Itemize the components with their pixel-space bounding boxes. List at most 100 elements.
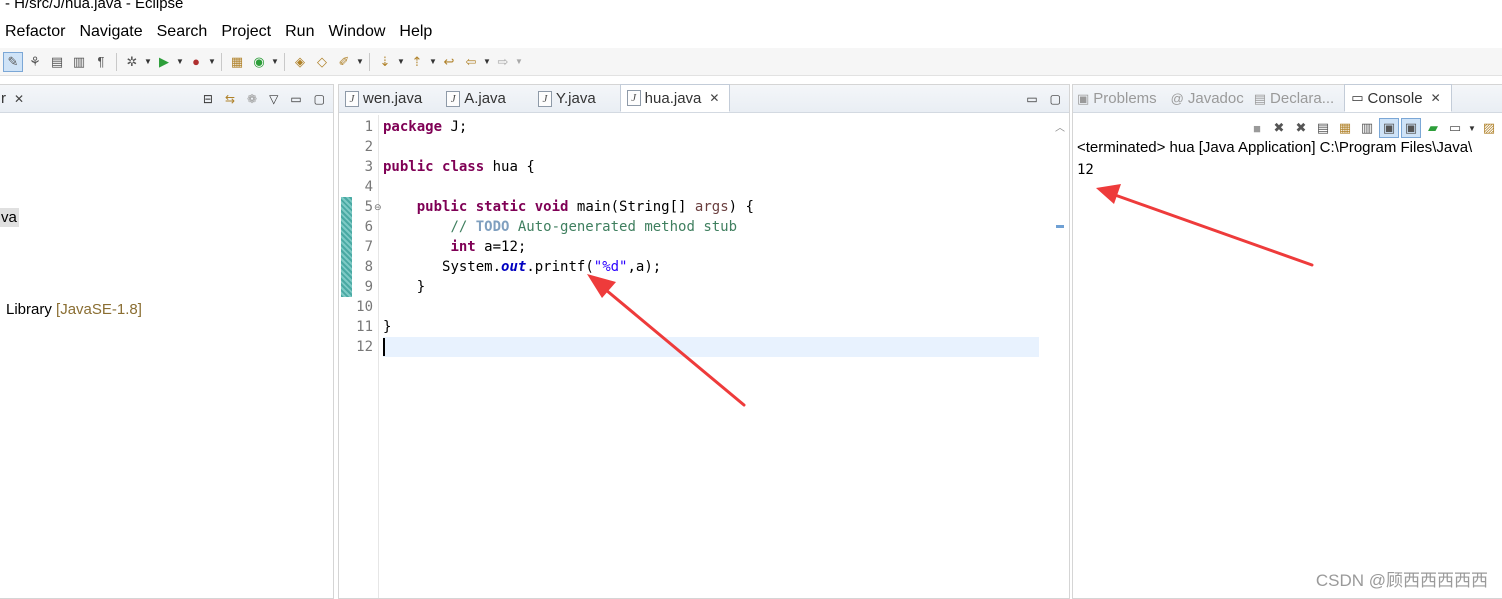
code-line: public static void main(String[] args) {: [383, 197, 1039, 217]
toggle-mark-occurrences-icon[interactable]: ✎: [3, 51, 23, 72]
last-edit-location-icon[interactable]: ↩: [439, 52, 459, 72]
menu-navigate[interactable]: Navigate: [72, 20, 149, 44]
forward-icon[interactable]: ⇨: [493, 52, 513, 72]
tab-declaration[interactable]: ▤ Declara...: [1254, 85, 1345, 112]
toggle-breadcrumb-icon[interactable]: ⚘: [25, 52, 45, 72]
tab-a-java[interactable]: J A.java: [432, 85, 516, 112]
explorer-view-controls: ⊟ ⇆ ❁ ▽ ▭ ▢: [203, 85, 333, 112]
change-ruler: [339, 115, 353, 598]
comment: Auto-generated method stub: [509, 219, 738, 235]
javadoc-icon: @: [1170, 91, 1184, 106]
forward-dropdown-icon[interactable]: ▼: [514, 52, 524, 72]
pin-console-icon[interactable]: ▰: [1423, 118, 1443, 138]
show-on-stderr-icon[interactable]: ▣: [1401, 118, 1421, 138]
filter-icon[interactable]: ❁: [247, 92, 257, 106]
debug-icon[interactable]: ✲: [122, 52, 142, 72]
tree-item-jre-library[interactable]: Library [JavaSE-1.8]: [6, 301, 142, 318]
tree-item-selected[interactable]: va: [0, 208, 19, 227]
collapse-all-icon[interactable]: ⊟: [203, 92, 213, 106]
next-annotation-dropdown-icon[interactable]: ▼: [396, 52, 406, 72]
window-title: - H/src/J/hua.java - Eclipse: [5, 0, 184, 12]
keyword: public: [416, 199, 468, 215]
parameter: args: [694, 199, 729, 215]
remove-all-terminated-icon[interactable]: ✖: [1291, 118, 1311, 138]
menu-search[interactable]: Search: [150, 20, 215, 44]
remove-launch-icon[interactable]: ✖: [1269, 118, 1289, 138]
java-file-icon: J: [345, 90, 359, 107]
tab-wen-java[interactable]: J wen.java: [339, 85, 432, 112]
back-dropdown-icon[interactable]: ▼: [482, 52, 492, 72]
tab-y-java[interactable]: J Y.java: [516, 85, 606, 112]
close-icon[interactable]: ✕: [709, 91, 719, 105]
string-literal: "%d": [593, 259, 628, 275]
tab-console[interactable]: ▭ Console ✕: [1344, 84, 1452, 112]
tab-package-explorer[interactable]: r ✕: [0, 85, 34, 112]
menu-run[interactable]: Run: [278, 20, 321, 44]
word-wrap-icon[interactable]: ▥: [69, 52, 89, 72]
code-line: package J;: [383, 117, 1039, 137]
back-icon[interactable]: ⇦: [461, 52, 481, 72]
code-token: J;: [442, 119, 468, 135]
fold-collapse-icon[interactable]: ⊖: [374, 197, 382, 217]
display-console-dropdown-icon[interactable]: ▼: [1467, 124, 1477, 133]
tab-hua-java[interactable]: J hua.java ✕: [619, 84, 731, 112]
search-dropdown-icon[interactable]: ▼: [355, 52, 365, 72]
code-token: a=12;: [475, 239, 527, 255]
scroll-up-icon[interactable]: ︿: [1055, 119, 1065, 134]
console-toolbar: ■ ✖ ✖ ▤ ▦ ▥ ▣ ▣ ▰ ▭ ▼ ▨: [1247, 117, 1499, 139]
open-type-icon[interactable]: ◈: [290, 52, 310, 72]
line-number: 9: [364, 279, 373, 295]
menu-window[interactable]: Window: [321, 20, 392, 44]
minimize-icon[interactable]: ▭: [290, 92, 301, 106]
tab-javadoc[interactable]: @ Javadoc: [1167, 85, 1254, 112]
previous-annotation-dropdown-icon[interactable]: ▼: [428, 52, 438, 72]
display-console-icon[interactable]: ▭: [1445, 118, 1465, 138]
menu-help[interactable]: Help: [392, 20, 439, 44]
problems-icon: ▣: [1077, 90, 1090, 106]
open-console-icon[interactable]: ▨: [1479, 118, 1499, 138]
menu-project[interactable]: Project: [214, 20, 278, 44]
line-number: 6: [364, 219, 373, 235]
new-java-package-icon[interactable]: ▦: [227, 52, 247, 72]
external-tools-dropdown-icon[interactable]: ▼: [207, 52, 217, 72]
tab-problems[interactable]: ▣ Problems: [1073, 85, 1167, 112]
new-class-dropdown-icon[interactable]: ▼: [270, 52, 280, 72]
code-line: int a=12;: [383, 237, 1039, 257]
close-icon[interactable]: ✕: [1431, 91, 1441, 105]
word-wrap-icon[interactable]: ▥: [1357, 118, 1377, 138]
run-icon[interactable]: ▶: [154, 52, 174, 72]
link-with-editor-icon[interactable]: ⇆: [225, 92, 235, 106]
console-output[interactable]: 12: [1077, 162, 1094, 178]
scroll-lock-icon[interactable]: ▦: [1335, 118, 1355, 138]
next-annotation-icon[interactable]: ⇣: [375, 52, 395, 72]
new-java-class-icon[interactable]: ◉: [249, 52, 269, 72]
code-editor[interactable]: 1 2 3 4 5 ⊖ 6 7 8 9 10 11 12 package J; …: [339, 115, 1069, 598]
search-icon[interactable]: ✐: [334, 52, 354, 72]
run-dropdown-icon[interactable]: ▼: [175, 52, 185, 72]
terminate-icon[interactable]: ■: [1247, 118, 1267, 138]
toggle-block-selection-icon[interactable]: ▤: [47, 52, 67, 72]
line-number: 4: [364, 179, 373, 195]
view-menu-icon[interactable]: ▽: [269, 92, 278, 106]
tab-label: Console: [1367, 89, 1423, 107]
open-task-icon[interactable]: ◇: [312, 52, 332, 72]
show-whitespace-icon[interactable]: ¶: [91, 52, 111, 72]
menu-refactor[interactable]: Refactor: [0, 20, 72, 44]
minimize-icon[interactable]: ▭: [1026, 92, 1037, 106]
show-on-stdout-icon[interactable]: ▣: [1379, 118, 1399, 138]
previous-annotation-icon[interactable]: ⇡: [407, 52, 427, 72]
overview-marker[interactable]: [1056, 225, 1064, 228]
close-icon[interactable]: ✕: [14, 92, 24, 106]
package-explorer-pane: r ✕ ⊟ ⇆ ❁ ▽ ▭ ▢ va Library [JavaSE-1.8]: [0, 84, 334, 599]
clear-console-icon[interactable]: ▤: [1313, 118, 1333, 138]
package-explorer-tabbar: r ✕ ⊟ ⇆ ❁ ▽ ▭ ▢: [0, 85, 333, 113]
maximize-icon[interactable]: ▢: [314, 92, 325, 106]
line-number: 3: [364, 159, 373, 175]
toolbar-separator: [369, 52, 370, 71]
todo-tag: TODO: [475, 219, 510, 235]
tree-item-label: Library: [6, 301, 52, 318]
maximize-icon[interactable]: ▢: [1050, 92, 1061, 106]
external-tools-icon[interactable]: ●: [186, 52, 206, 72]
debug-dropdown-icon[interactable]: ▼: [143, 52, 153, 72]
